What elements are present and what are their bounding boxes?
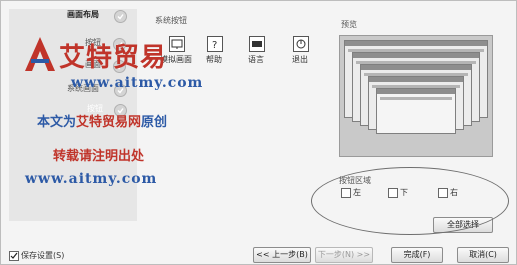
watermark-original-line: 本文为艾特贸易网原创: [37, 111, 167, 130]
cancel-button[interactable]: 取消(C): [457, 247, 509, 263]
simulate-screen-icon[interactable]: [169, 36, 185, 52]
back-button[interactable]: << 上一步(B): [253, 247, 311, 263]
help-icon[interactable]: ?: [207, 36, 223, 52]
svg-text:?: ?: [212, 40, 217, 51]
help-label: 帮助: [206, 55, 222, 64]
watermark-logo: [23, 35, 57, 75]
exit-label: 退出: [292, 55, 308, 64]
watermark-logo-text: 艾特贸易: [59, 43, 168, 73]
next-button[interactable]: 下一步(N) >>: [315, 247, 373, 263]
system-buttons-title: 系统按钮: [155, 16, 187, 25]
watermark-original-suffix: 原创: [141, 115, 168, 130]
watermark-url: www.aitmy.com: [71, 75, 204, 91]
highlight-ellipse: [311, 167, 509, 235]
step-screen-layout[interactable]: 画面布局: [67, 7, 99, 23]
exit-icon[interactable]: [293, 36, 309, 52]
preview-window: [376, 88, 456, 134]
watermark-reprint-line: 转载请注明出处: [53, 149, 145, 164]
watermark-original-prefix: 本文为: [37, 115, 77, 130]
watermark-original-brand: 艾特贸易网: [76, 115, 142, 130]
preview-title: 预览: [341, 20, 357, 29]
language-icon[interactable]: [249, 36, 265, 52]
language-label: 语言: [248, 55, 264, 64]
watermark-url-bottom: www.aitmy.com: [25, 171, 158, 187]
save-settings-checkbox[interactable]: [9, 251, 19, 261]
save-settings-label: 保存设置(S): [21, 251, 65, 260]
check-icon: [114, 10, 127, 23]
finish-button[interactable]: 完成(F): [391, 247, 443, 263]
wizard-window: 画面布局 按钮 画面 系统画面 按钮 系统按钮 模拟画面 ? 帮助 语言 退出 …: [0, 0, 517, 265]
layout-preview: [339, 35, 493, 157]
